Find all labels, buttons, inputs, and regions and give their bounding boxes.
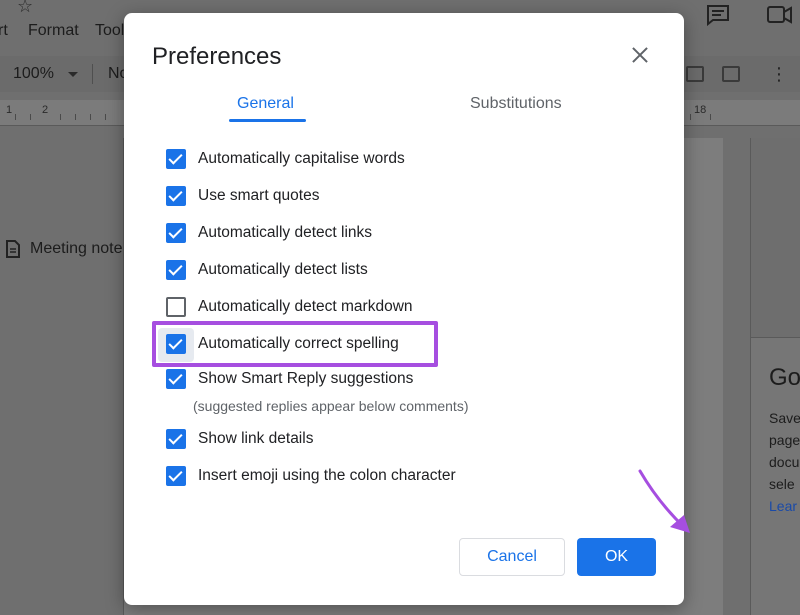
side-panel-heading: Go	[769, 364, 800, 391]
option-label: Show Smart Reply suggestions	[198, 370, 414, 387]
insert-image-icon[interactable]	[722, 66, 740, 82]
ruler-tick	[710, 114, 711, 120]
checkbox-checked[interactable]	[166, 186, 186, 206]
insert-comment-icon[interactable]	[686, 66, 704, 82]
video-call-icon[interactable]	[766, 4, 794, 32]
side-panel-text: sele	[769, 476, 795, 492]
smart-reply-description: (suggested replies appear below comments…	[193, 398, 469, 414]
chevron-down-icon[interactable]	[68, 72, 78, 77]
zoom-select[interactable]: 100%	[13, 65, 54, 83]
document-icon	[6, 240, 20, 258]
ruler-tick	[75, 114, 76, 120]
option-label: Show link details	[198, 430, 314, 447]
option-label: Use smart quotes	[198, 187, 320, 204]
ruler-tick	[30, 114, 31, 120]
side-panel-text: page	[769, 432, 800, 448]
preferences-dialog: Preferences General Substitutions Automa…	[124, 13, 690, 605]
annotation-arrow-icon	[638, 469, 690, 533]
option-detect-markdown[interactable]: Automatically detect markdown	[166, 297, 413, 317]
ruler-tick	[690, 114, 691, 120]
tab-substitutions[interactable]: Substitutions	[470, 95, 562, 113]
menu-item-format[interactable]: Format	[28, 22, 79, 40]
checkbox-checked[interactable]	[166, 149, 186, 169]
ruler-tick	[105, 114, 106, 120]
option-detect-links[interactable]: Automatically detect links	[166, 223, 372, 243]
checkbox-checked[interactable]	[166, 369, 186, 389]
menu-item-tools[interactable]: Tool	[95, 22, 124, 40]
cancel-button[interactable]: Cancel	[459, 538, 565, 576]
checkbox-checked[interactable]	[166, 260, 186, 280]
checkbox-checked[interactable]	[166, 466, 186, 486]
side-panel-text: Save	[769, 410, 800, 426]
option-emoji-colon[interactable]: Insert emoji using the colon character	[166, 466, 456, 486]
checkbox-checked[interactable]	[166, 223, 186, 243]
ruler-number: 1	[6, 104, 13, 116]
tab-general[interactable]: General	[237, 95, 294, 113]
star-icon[interactable]: ☆	[17, 0, 33, 17]
option-smart-quotes[interactable]: Use smart quotes	[166, 186, 319, 206]
option-label: Automatically detect markdown	[198, 298, 413, 315]
active-tab-indicator	[229, 119, 306, 122]
option-smart-reply[interactable]: Show Smart Reply suggestions	[166, 369, 413, 389]
option-capitalise-words[interactable]: Automatically capitalise words	[166, 149, 405, 169]
highlight-annotation-box	[152, 321, 438, 367]
comment-icon[interactable]	[706, 4, 730, 32]
side-panel-text: docu	[769, 454, 800, 470]
menu-item-insert[interactable]: rt	[0, 22, 8, 40]
dialog-title: Preferences	[152, 43, 282, 70]
outline-item-label: Meeting note	[30, 240, 123, 257]
checkbox-checked[interactable]	[166, 429, 186, 449]
side-panel: Go Save page docu sele Lear	[750, 138, 800, 615]
option-label: Automatically detect links	[198, 224, 373, 241]
document-outline-item[interactable]: Meeting note	[6, 240, 123, 258]
option-label: Automatically capitalise words	[198, 150, 405, 167]
option-link-details[interactable]: Show link details	[166, 429, 313, 449]
ruler-tick	[90, 114, 91, 120]
ruler-number: 18	[694, 104, 707, 116]
option-label: Insert emoji using the colon character	[198, 467, 456, 484]
more-options-icon[interactable]: ⋮	[770, 64, 788, 85]
checkbox-unchecked[interactable]	[166, 297, 186, 317]
side-panel-link[interactable]: Lear	[769, 498, 797, 514]
close-icon[interactable]	[626, 41, 654, 69]
ruler-number: 2	[42, 104, 49, 116]
toolbar-divider	[92, 64, 93, 84]
option-detect-lists[interactable]: Automatically detect lists	[166, 260, 368, 280]
side-panel-image	[751, 138, 800, 338]
option-label: Automatically detect lists	[198, 261, 368, 278]
ruler-tick	[15, 114, 16, 120]
ruler-tick	[60, 114, 61, 120]
